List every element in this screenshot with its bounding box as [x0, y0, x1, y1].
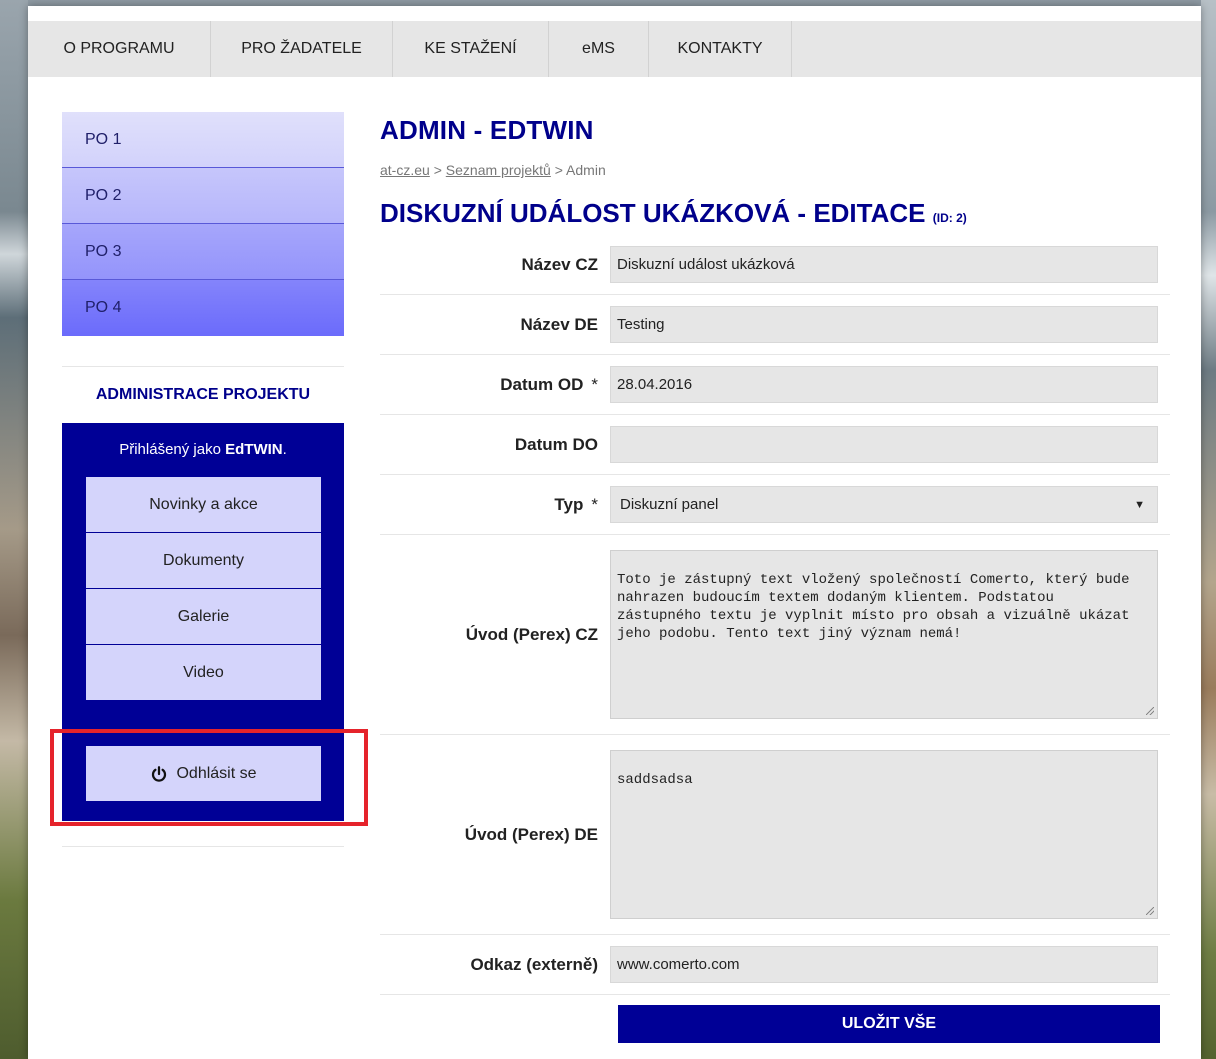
type-label-text: Typ: [554, 494, 584, 514]
type-label: Typ *: [380, 495, 610, 515]
save-all-button[interactable]: ULOŽIT VŠE: [618, 1005, 1160, 1043]
resize-handle-icon[interactable]: [1146, 707, 1154, 715]
name-cz-input[interactable]: Diskuzní událost ukázková: [610, 246, 1158, 283]
form-row-name-cz: Název CZ Diskuzní událost ukázková: [380, 235, 1170, 295]
sidebar: PO 1 PO 2 PO 3 PO 4 ADMINISTRACE PROJEKT…: [62, 112, 344, 821]
form-row-type: Typ * Diskuzní panel ▼: [380, 475, 1170, 535]
breadcrumb: at-cz.eu > Seznam projektů > Admin: [380, 162, 1170, 182]
nav-item-kontakty[interactable]: KONTAKTY: [649, 21, 792, 77]
admin-links: Novinky a akce Dokumenty Galerie Video: [86, 477, 321, 701]
admin-link-dokumenty[interactable]: Dokumenty: [86, 533, 321, 589]
perex-de-label: Úvod (Perex) DE: [464, 824, 598, 844]
form-row-date-from: Datum OD * 28.04.2016: [380, 355, 1170, 415]
name-cz-label: Název CZ: [521, 254, 598, 274]
nav-item-ke-stazeni[interactable]: KE STAŽENÍ: [393, 21, 549, 77]
form-row-perex-de: Úvod (Perex) DE saddsadsa: [380, 735, 1170, 935]
edit-heading-text: DISKUZNÍ UDÁLOST UKÁZKOVÁ - EDITACE: [380, 198, 926, 228]
admin-link-galerie[interactable]: Galerie: [86, 589, 321, 645]
perex-de-textarea[interactable]: saddsadsa: [610, 750, 1158, 919]
page: O PROGRAMU PRO ŽADATELE KE STAŽENÍ eMS K…: [28, 6, 1201, 1059]
name-de-label: Název DE: [520, 314, 598, 334]
link-label: Odkaz (externě): [470, 954, 598, 974]
required-mark: *: [591, 494, 598, 514]
perex-cz-text: Toto je zástupný text vložený společnost…: [617, 572, 1130, 642]
dropdown-arrow-icon: ▼: [1134, 498, 1145, 511]
breadcrumb-separator: >: [433, 162, 442, 178]
sidebar-item-po-2[interactable]: PO 2: [62, 168, 344, 224]
perex-cz-textarea[interactable]: Toto je zástupný text vložený společnost…: [610, 550, 1158, 719]
form-row-name-de: Název DE Testing: [380, 295, 1170, 355]
sidebar-item-po-1[interactable]: PO 1: [62, 112, 344, 168]
save-row: ULOŽIT VŠE: [380, 1005, 1170, 1043]
date-to-input[interactable]: [610, 426, 1158, 463]
date-from-input[interactable]: 28.04.2016: [610, 366, 1158, 403]
nav-item-pro-zadatele[interactable]: PRO ŽADATELE: [211, 21, 393, 77]
perex-de-text: saddsadsa: [617, 772, 693, 788]
edit-form: Název CZ Diskuzní událost ukázková Název…: [380, 235, 1170, 1043]
sidebar-bottom-divider: [62, 846, 344, 847]
date-from-label-text: Datum OD: [500, 374, 584, 394]
record-id: (ID: 2): [932, 211, 967, 225]
logged-username: EdTWIN: [225, 441, 283, 458]
background-left-strip: [0, 0, 28, 1059]
sidebar-item-po-3[interactable]: PO 3: [62, 224, 344, 280]
admin-link-video[interactable]: Video: [86, 645, 321, 701]
admin-section-title: ADMINISTRACE PROJEKTU: [95, 386, 311, 403]
logged-prefix: Přihlášený jako: [119, 441, 221, 458]
main-content: ADMIN - EDTWIN at-cz.eu > Seznam projekt…: [380, 112, 1170, 1043]
admin-link-novinky[interactable]: Novinky a akce: [86, 477, 321, 533]
date-from-label: Datum OD *: [380, 375, 610, 395]
type-select[interactable]: Diskuzní panel ▼: [610, 486, 1158, 523]
logged-suffix: .: [282, 441, 287, 458]
power-icon: [152, 765, 167, 782]
form-row-perex-cz: Úvod (Perex) CZ Toto je zástupný text vl…: [380, 535, 1170, 735]
top-navigation: O PROGRAMU PRO ŽADATELE KE STAŽENÍ eMS K…: [28, 21, 1201, 77]
name-de-input[interactable]: Testing: [610, 306, 1158, 343]
admin-panel: Přihlášený jako EdTWIN. Novinky a akce D…: [62, 423, 344, 821]
page-title: ADMIN - EDTWIN: [380, 115, 594, 145]
logout-button[interactable]: Odhlásit se: [86, 746, 321, 801]
logged-in-text: Přihlášený jako EdTWIN.: [62, 435, 344, 467]
form-row-date-to: Datum DO: [380, 415, 1170, 475]
po-menu: PO 1 PO 2 PO 3 PO 4: [62, 112, 344, 336]
form-row-link: Odkaz (externě) www.comerto.com: [380, 935, 1170, 995]
nav-item-o-programu[interactable]: O PROGRAMU: [28, 21, 211, 77]
type-select-value: Diskuzní panel: [620, 496, 719, 513]
date-to-label: Datum DO: [514, 434, 598, 454]
logout-label: Odhlásit se: [176, 764, 257, 782]
link-input[interactable]: www.comerto.com: [610, 946, 1158, 983]
resize-handle-icon[interactable]: [1146, 907, 1154, 915]
breadcrumb-current: Admin: [566, 162, 606, 178]
required-mark: *: [591, 374, 598, 394]
perex-cz-label: Úvod (Perex) CZ: [465, 624, 598, 644]
breadcrumb-separator: >: [554, 162, 563, 178]
sidebar-item-po-4[interactable]: PO 4: [62, 280, 344, 336]
breadcrumb-projects-link[interactable]: Seznam projektů: [446, 162, 551, 178]
edit-heading: DISKUZNÍ UDÁLOST UKÁZKOVÁ - EDITACE (ID:…: [380, 195, 1170, 231]
nav-item-ems[interactable]: eMS: [549, 21, 649, 77]
background-right-strip: [1201, 0, 1216, 1059]
breadcrumb-home-link[interactable]: at-cz.eu: [380, 162, 430, 178]
